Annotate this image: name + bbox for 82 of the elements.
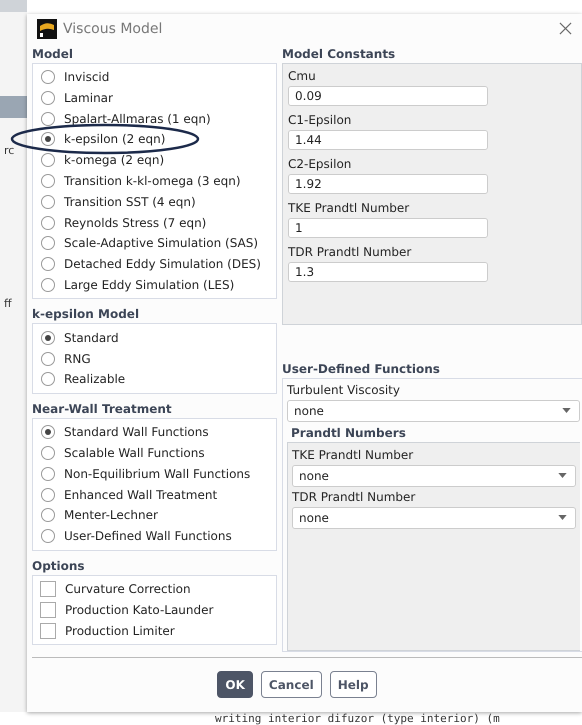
- option-label[interactable]: Menter-Lechner: [64, 508, 158, 522]
- checkbox[interactable]: [40, 622, 56, 639]
- option-label[interactable]: Enhanced Wall Treatment: [64, 488, 218, 502]
- background-text: rc: [3, 144, 16, 157]
- radio-button[interactable]: [41, 90, 55, 105]
- caret-icon: [558, 473, 567, 478]
- number-input[interactable]: 1.44: [288, 130, 488, 150]
- radio-button[interactable]: [41, 278, 55, 292]
- section-heading: Near-Wall Treatment: [32, 402, 173, 417]
- field-label: Turbulent Viscosity: [287, 382, 401, 398]
- radio-button[interactable]: [41, 153, 55, 168]
- radio-button[interactable]: [41, 425, 55, 440]
- field-label: C2-Epsilon: [288, 156, 352, 172]
- radio-button[interactable]: [41, 216, 55, 230]
- dropdown[interactable]: none: [287, 400, 580, 422]
- option-label[interactable]: Detached Eddy Simulation (DES): [64, 257, 261, 272]
- number-input[interactable]: 0.09: [288, 86, 488, 106]
- field-label: TKE Prandtl Number: [288, 200, 410, 216]
- close-icon[interactable]: [559, 22, 572, 36]
- console-text: writing interior difuzor (type interior) (m: [214, 712, 501, 725]
- option-label[interactable]: k-omega (2 eqn): [64, 153, 164, 168]
- radio-button[interactable]: [41, 330, 55, 345]
- caret-icon: [562, 408, 571, 414]
- section-heading: Model Constants: [282, 46, 396, 62]
- dialog-button[interactable]: Cancel: [260, 671, 322, 698]
- section-heading: Options: [32, 558, 86, 574]
- dropdown[interactable]: none: [292, 506, 576, 529]
- option-label[interactable]: Realizable: [64, 372, 126, 386]
- option-label[interactable]: Production Limiter: [65, 624, 175, 638]
- radio-button[interactable]: [41, 372, 55, 386]
- option-label[interactable]: User-Defined Wall Functions: [64, 529, 232, 544]
- caret-icon: [558, 515, 567, 520]
- radio-button[interactable]: [41, 466, 55, 481]
- dialog-button[interactable]: Help: [330, 671, 377, 698]
- app-logo-icon: [37, 18, 57, 39]
- radio-button[interactable]: [41, 488, 55, 502]
- window-title: Viscous Model: [63, 20, 164, 37]
- background-selected-row: [0, 96, 27, 118]
- option-label[interactable]: Reynolds Stress (7 eqn): [64, 216, 206, 230]
- radio-button[interactable]: [41, 132, 55, 146]
- option-label[interactable]: Scalable Wall Functions: [64, 446, 205, 460]
- ok-button[interactable]: OK: [217, 671, 253, 698]
- radio-button[interactable]: [41, 70, 55, 84]
- option-label[interactable]: Scale-Adaptive Simulation (SAS): [64, 236, 258, 250]
- option-label[interactable]: Standard Wall Functions: [64, 425, 209, 440]
- option-label[interactable]: Standard: [64, 330, 119, 345]
- field-label: TKE Prandtl Number: [292, 446, 414, 463]
- section-heading: Prandtl Numbers: [290, 426, 407, 441]
- field-label: TDR Prandtl Number: [288, 244, 412, 260]
- background-text: ff: [3, 297, 13, 310]
- radio-button[interactable]: [41, 174, 55, 188]
- radio-button[interactable]: [41, 352, 55, 366]
- radio-button[interactable]: [41, 236, 55, 250]
- radio-button[interactable]: [41, 112, 55, 126]
- option-label[interactable]: Curvature Correction: [65, 582, 191, 596]
- option-label[interactable]: Laminar: [64, 90, 113, 105]
- option-label[interactable]: Non-Equilibrium Wall Functions: [64, 466, 250, 481]
- radio-button[interactable]: [41, 529, 55, 544]
- field-label: TDR Prandtl Number: [292, 488, 416, 505]
- radio-button[interactable]: [41, 446, 55, 460]
- background-toolbar: [0, 0, 27, 12]
- section-heading: User-Defined Functions: [282, 362, 441, 377]
- radio-button[interactable]: [41, 257, 55, 272]
- section-heading: Model: [32, 46, 74, 62]
- option-label[interactable]: Production Kato-Launder: [65, 602, 214, 617]
- section-heading: k-epsilon Model: [32, 307, 140, 322]
- radio-button[interactable]: [41, 508, 55, 522]
- radio-button[interactable]: [41, 194, 55, 209]
- dropdown[interactable]: none: [292, 464, 576, 487]
- field-label: Cmu: [288, 68, 317, 84]
- number-input[interactable]: 1.92: [288, 174, 488, 194]
- option-label[interactable]: Spalart-Allmaras (1 eqn): [64, 112, 211, 126]
- option-label[interactable]: Transition k-kl-omega (3 eqn): [64, 174, 241, 188]
- number-input[interactable]: 1.3: [288, 262, 488, 282]
- option-label[interactable]: Large Eddy Simulation (LES): [64, 278, 234, 292]
- field-label: C1-Epsilon: [288, 112, 352, 128]
- number-input[interactable]: 1: [288, 218, 488, 238]
- option-label[interactable]: Inviscid: [64, 70, 110, 84]
- option-label[interactable]: Transition SST (4 eqn): [64, 194, 196, 209]
- option-label[interactable]: RNG: [64, 352, 91, 366]
- checkbox[interactable]: [40, 602, 56, 618]
- checkbox[interactable]: [40, 581, 56, 597]
